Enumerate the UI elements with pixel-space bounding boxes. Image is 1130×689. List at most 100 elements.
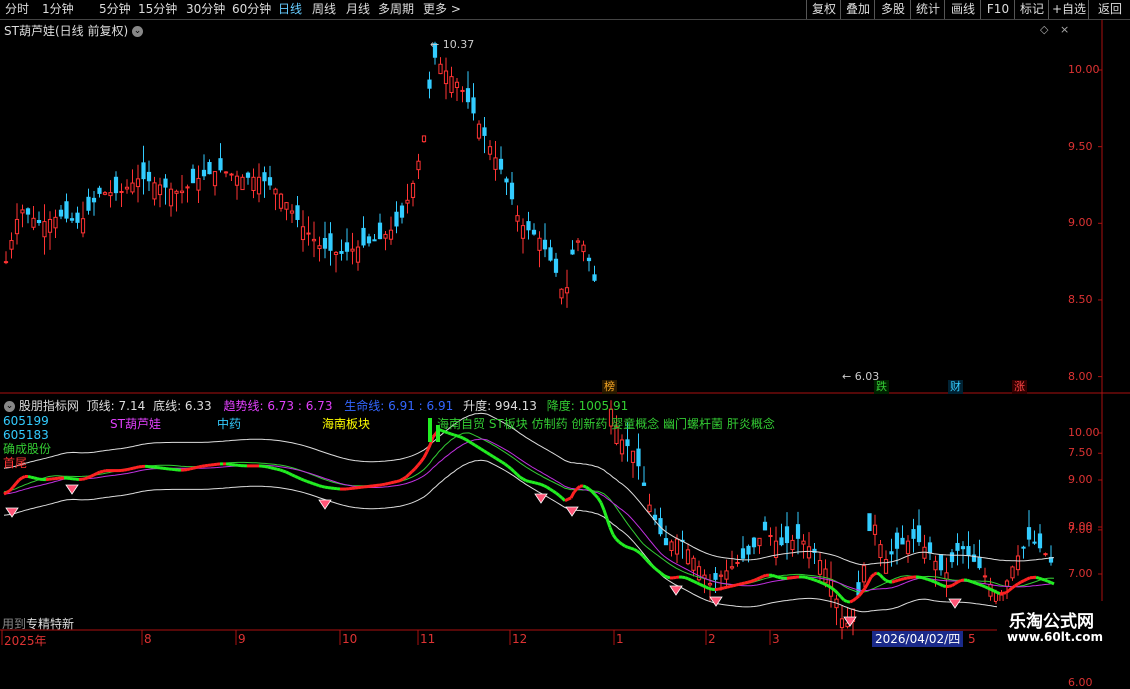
stock-name-label: ST葫芦娃 bbox=[110, 415, 161, 432]
candle-body bbox=[109, 193, 112, 196]
main-axis-tick: 8.00 bbox=[1068, 370, 1093, 383]
candle-body bbox=[378, 223, 381, 238]
candle-body bbox=[587, 258, 590, 260]
close-icon[interactable]: × bbox=[1060, 23, 1069, 36]
diamond-icon[interactable]: ◇ bbox=[1040, 23, 1048, 36]
momentum-segment bbox=[88, 476, 91, 477]
candle-body bbox=[934, 561, 937, 569]
main-axis-tick: 9.50 bbox=[1068, 140, 1093, 153]
momentum-segment bbox=[1018, 582, 1021, 584]
candle-body bbox=[26, 209, 29, 214]
candle-body bbox=[301, 227, 304, 240]
momentum-segment bbox=[772, 575, 775, 576]
candle-body bbox=[879, 545, 882, 558]
momentum-segment bbox=[994, 591, 997, 592]
candle-body bbox=[334, 252, 337, 254]
candle-body bbox=[648, 505, 651, 511]
event-tag-fall[interactable]: 跌 bbox=[874, 380, 889, 394]
candle-body bbox=[543, 240, 546, 249]
momentum-segment bbox=[550, 489, 553, 491]
candle-body bbox=[884, 560, 887, 574]
candle-body bbox=[719, 575, 722, 576]
momentum-segment bbox=[409, 472, 412, 475]
settings-icon[interactable]: ⌄ bbox=[132, 26, 143, 37]
momentum-segment bbox=[532, 482, 535, 483]
candle-body bbox=[428, 80, 431, 88]
momentum-segment bbox=[865, 583, 868, 588]
momentum-segment bbox=[658, 571, 661, 573]
momentum-segment bbox=[871, 574, 874, 577]
candle-body bbox=[114, 177, 117, 192]
event-tag-rank[interactable]: 榜 bbox=[602, 380, 617, 394]
concepts-label: 海南自贸 ST板块 仿制药 创新药 婴童概念 幽门螺杆菌 肝炎概念 bbox=[437, 415, 775, 432]
momentum-segment bbox=[388, 483, 391, 484]
momentum-segment bbox=[505, 464, 508, 466]
momentum-segment bbox=[202, 466, 205, 467]
candle-body bbox=[158, 185, 161, 195]
main-axis-tick: 7.50 bbox=[1068, 446, 1093, 459]
candle-body bbox=[747, 546, 750, 554]
candle-body bbox=[780, 538, 783, 545]
momentum-segment bbox=[556, 493, 559, 495]
momentum-segment bbox=[877, 573, 880, 575]
settings-icon[interactable]: ⌄ bbox=[4, 401, 15, 412]
momentum-segment bbox=[925, 579, 928, 580]
momentum-segment bbox=[7, 491, 10, 493]
momentum-segment bbox=[298, 478, 301, 479]
candle-body bbox=[175, 191, 178, 193]
momentum-segment bbox=[1036, 577, 1039, 578]
candle-body bbox=[620, 440, 623, 454]
momentum-segment bbox=[280, 470, 283, 471]
momentum-segment bbox=[91, 475, 94, 476]
candle-body bbox=[461, 90, 464, 91]
event-tag-rise[interactable]: 涨 bbox=[1012, 380, 1027, 394]
momentum-segment bbox=[193, 468, 196, 469]
momentum-segment bbox=[619, 542, 622, 544]
watermark: 乐淘公式网 www.60lt.com bbox=[997, 601, 1130, 650]
candle-body bbox=[169, 189, 172, 206]
date-tick: 10 bbox=[342, 632, 357, 646]
momentum-segment bbox=[583, 486, 586, 487]
indicator-info-block: 605199 605183 确成股份 首尾 bbox=[3, 414, 51, 470]
candle-body bbox=[1044, 554, 1047, 555]
momentum-segment bbox=[661, 573, 664, 575]
momentum-segment bbox=[808, 578, 811, 579]
candle-body bbox=[769, 536, 772, 537]
candle-body bbox=[76, 213, 79, 222]
momentum-segment bbox=[424, 452, 427, 458]
candle-body bbox=[257, 177, 260, 194]
momentum-segment bbox=[838, 594, 841, 597]
momentum-segment bbox=[694, 582, 697, 583]
indicator-axis-tick: 9.00 bbox=[1068, 473, 1093, 486]
candle-body bbox=[422, 136, 425, 142]
momentum-segment bbox=[649, 563, 652, 566]
momentum-segment bbox=[760, 576, 763, 577]
candle-body bbox=[208, 163, 211, 174]
candle-body bbox=[186, 187, 189, 188]
momentum-segment bbox=[820, 582, 823, 583]
momentum-segment bbox=[835, 591, 838, 594]
candle-body bbox=[323, 239, 326, 249]
candle-body bbox=[510, 183, 513, 199]
buy-diamond-marker bbox=[949, 599, 961, 608]
indicator-axis-tick: 10.00 bbox=[1068, 426, 1100, 439]
momentum-segment bbox=[973, 582, 976, 583]
candle-body bbox=[367, 237, 370, 243]
momentum-segment bbox=[403, 477, 406, 479]
momentum-segment bbox=[418, 462, 421, 466]
candle-body bbox=[868, 514, 871, 531]
momentum-segment bbox=[16, 480, 19, 484]
candle-body bbox=[791, 540, 794, 549]
momentum-segment bbox=[724, 587, 727, 588]
candle-body bbox=[455, 82, 458, 87]
event-tag-finance[interactable]: 财 bbox=[948, 380, 963, 394]
momentum-segment bbox=[307, 481, 310, 482]
momentum-segment bbox=[433, 433, 436, 437]
buy-diamond-marker bbox=[566, 507, 578, 516]
candle-body bbox=[59, 210, 62, 216]
bottom-text-left: 用到专精特新 bbox=[2, 615, 74, 632]
momentum-segment bbox=[931, 581, 934, 582]
momentum-segment bbox=[394, 481, 397, 482]
candle-body bbox=[180, 191, 183, 192]
candle-body bbox=[103, 193, 106, 195]
